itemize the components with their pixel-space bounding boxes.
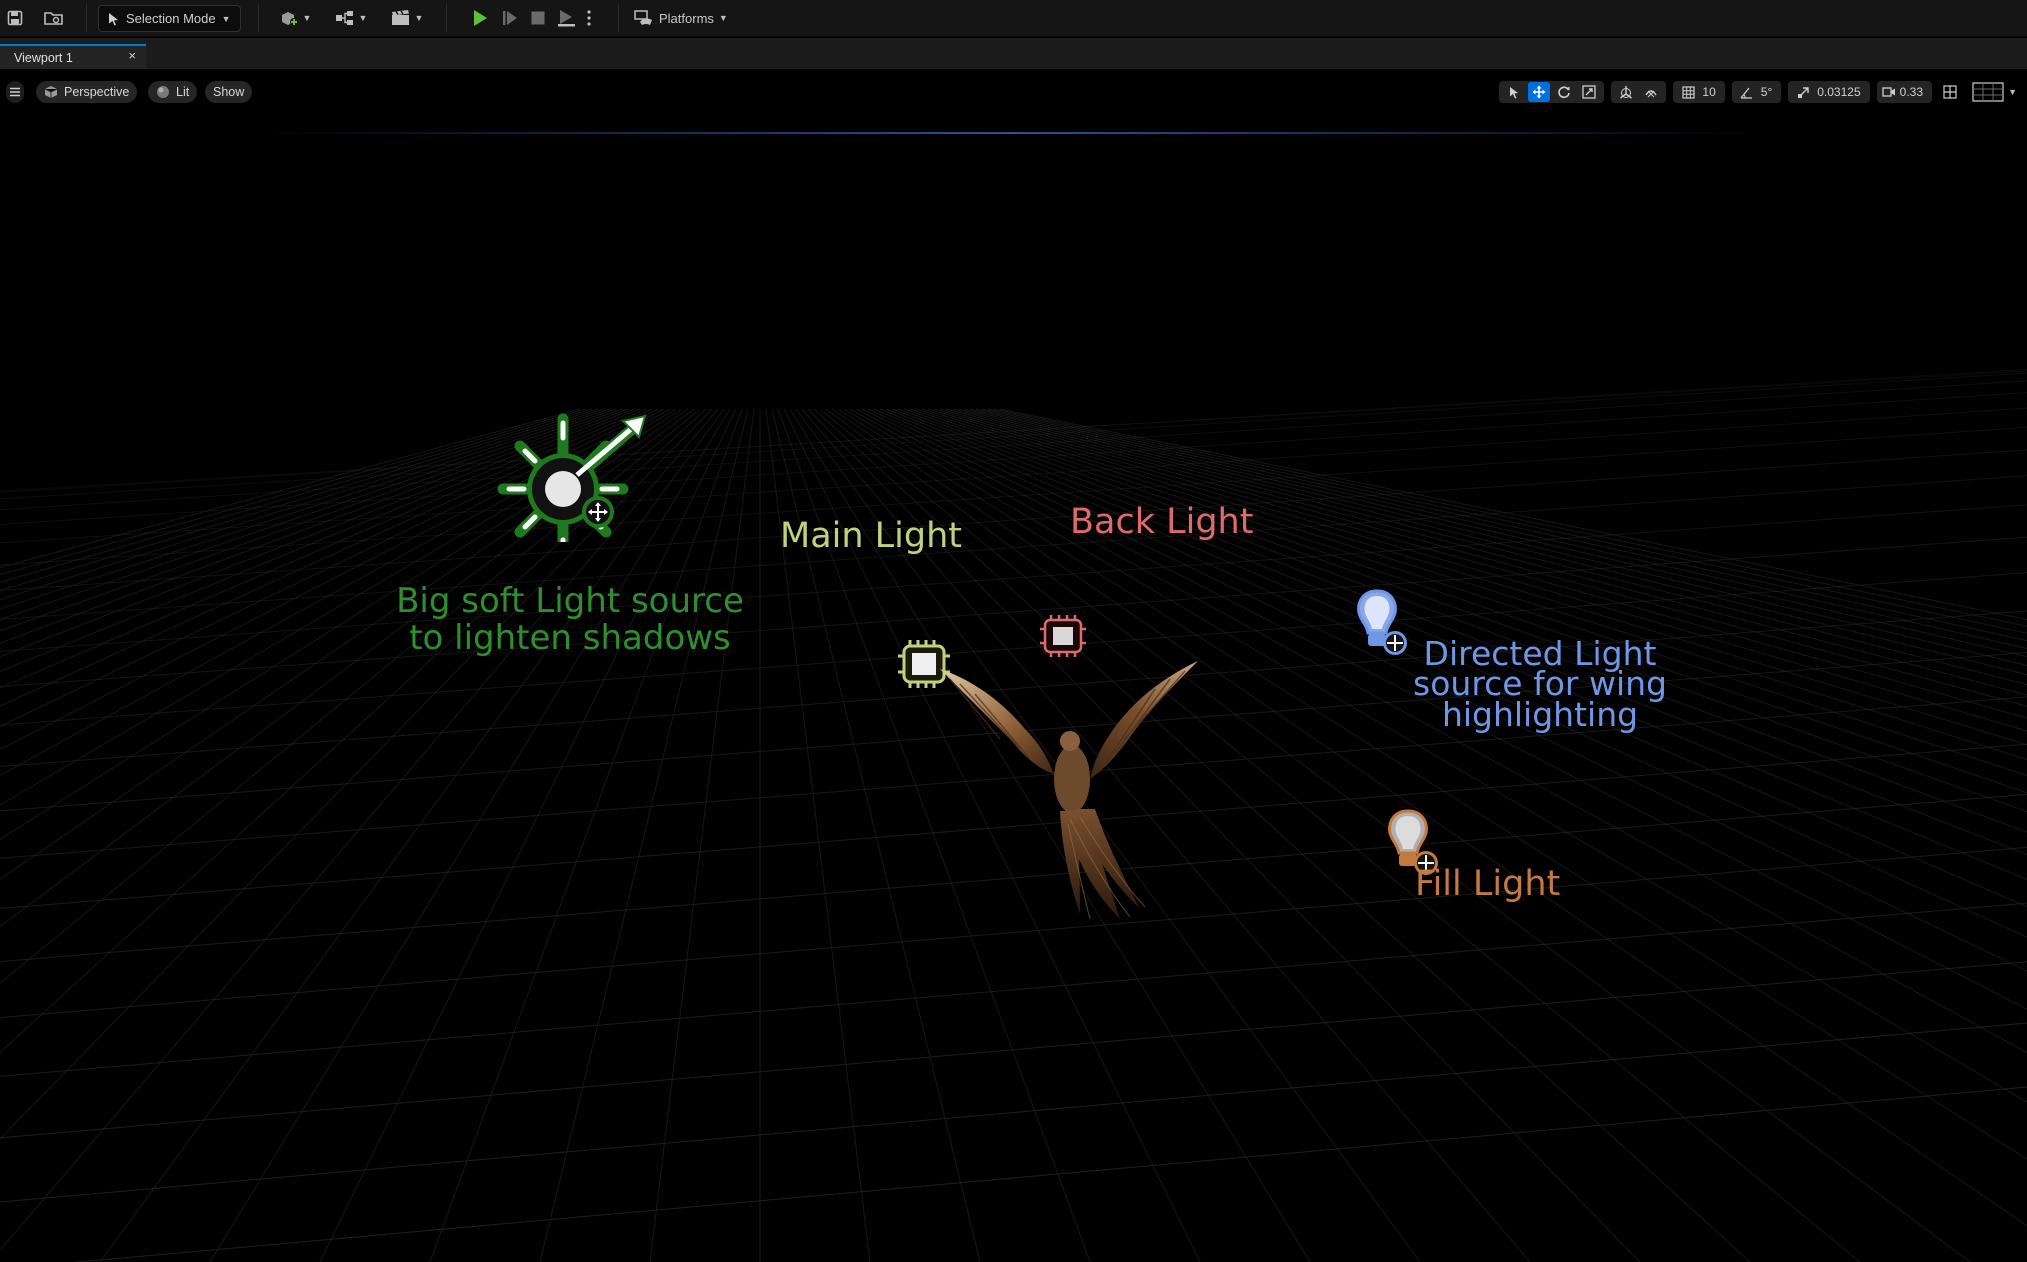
content-browser-icon[interactable] [42, 6, 66, 30]
toolbar-separator [86, 4, 87, 32]
chevron-down-icon: ▼ [2008, 87, 2017, 97]
main-light-annotation: Main Light [780, 516, 963, 556]
directed-light-annotation: Directed Light source for wing highlight… [1385, 637, 1695, 734]
rotation-snap-icon[interactable] [1736, 82, 1758, 102]
fill-light-annotation: Fill Light [1415, 864, 1561, 904]
scale-tool-icon[interactable] [1578, 82, 1600, 102]
soft-light-annotation: Big soft Light source to lighten shadows [380, 583, 760, 656]
camera-speed-icon[interactable] [1881, 82, 1897, 102]
maximize-viewport-icon[interactable] [1939, 82, 1961, 102]
viewport-options-button[interactable] [6, 81, 24, 103]
camera-speed-group[interactable]: 0.33 [1876, 81, 1932, 103]
tab-bar: Viewport 1 × [0, 38, 2027, 69]
chevron-down-icon: ▼ [221, 13, 231, 24]
transform-mode-group [1499, 81, 1605, 103]
scale-snap-group[interactable]: 0.03125 [1788, 81, 1870, 103]
toolbar-separator [258, 4, 259, 32]
more-options-icon[interactable] [584, 6, 594, 30]
transform-toolbar: 10 5° 0.03125 0.33 [1499, 81, 1961, 103]
lit-sphere-icon [157, 86, 169, 98]
step-icon[interactable] [498, 6, 522, 30]
viewport-layout-button[interactable]: ▼ [1972, 82, 2017, 102]
add-actor-icon[interactable]: ▼ [276, 6, 314, 30]
show-flags-button[interactable]: Show [205, 81, 253, 103]
cinematics-icon[interactable]: ▼ [388, 6, 426, 30]
select-tool-icon[interactable] [1503, 82, 1525, 102]
cursor-icon [109, 12, 118, 25]
grid-snap-value: 10 [1702, 85, 1716, 99]
tab-label: Viewport 1 [14, 50, 73, 65]
toolbar-separator [618, 4, 619, 32]
annotation-line: highlighting [1441, 694, 1639, 734]
platforms-dropdown[interactable]: Platforms ▼ [634, 6, 728, 30]
scale-snap-value: 0.03125 [1817, 85, 1861, 99]
rotation-snap-group[interactable]: 5° [1731, 81, 1782, 103]
rotation-snap-value: 5° [1760, 85, 1773, 99]
sky-light-gizmo-icon[interactable] [495, 402, 675, 542]
lighting-mode-button[interactable]: Lit [148, 81, 198, 103]
blueprint-icon[interactable]: ▼ [332, 6, 370, 30]
hamburger-icon [10, 87, 20, 97]
camera-speed-value: 0.33 [1899, 85, 1923, 99]
platforms-icon [634, 10, 652, 25]
surface-snap-icon[interactable] [1640, 82, 1662, 102]
main-toolbar: Selection Mode ▼ ▼ ▼ ▼ Platforms ▼ [0, 0, 2027, 37]
grid-snap-icon[interactable] [1677, 82, 1699, 102]
play-icon[interactable] [468, 6, 492, 30]
platforms-label: Platforms [659, 10, 714, 26]
rotate-tool-icon[interactable] [1553, 82, 1575, 102]
show-label: Show [213, 85, 245, 99]
translate-tool-icon[interactable] [1528, 82, 1551, 102]
toolbar-separator [446, 4, 447, 32]
close-icon[interactable]: × [128, 48, 136, 63]
view-mode-button[interactable]: Perspective [36, 81, 138, 103]
grid-snap-group[interactable]: 10 [1673, 81, 1725, 103]
coordinate-space-group [1611, 81, 1667, 103]
layout-icon [1972, 82, 2004, 102]
annotation-line: to lighten shadows [409, 617, 731, 658]
selection-mode-label: Selection Mode [126, 11, 216, 26]
stop-icon[interactable] [526, 6, 550, 30]
chevron-down-icon: ▼ [302, 13, 312, 23]
lighting-mode-label: Lit [176, 85, 190, 99]
horizon-glow [260, 132, 1760, 134]
save-icon[interactable] [4, 6, 26, 30]
chevron-down-icon: ▼ [414, 13, 424, 23]
winged-creature-mesh[interactable] [930, 589, 1220, 929]
cube-icon [44, 86, 58, 98]
view-mode-label: Perspective [64, 85, 130, 99]
annotation-line: Big soft Light source [396, 581, 744, 621]
chevron-down-icon: ▼ [358, 13, 368, 23]
world-space-icon[interactable] [1615, 82, 1637, 102]
chevron-down-icon: ▼ [718, 13, 728, 23]
scale-snap-icon[interactable] [1792, 82, 1814, 102]
eject-icon[interactable] [554, 6, 578, 30]
back-light-annotation: Back Light [1070, 502, 1254, 542]
selection-mode-dropdown[interactable]: Selection Mode ▼ [98, 5, 241, 32]
tab-viewport-1[interactable]: Viewport 1 × [0, 44, 146, 69]
level-viewport[interactable]: Perspective Lit Show 10 5° 0.03125 0.33 … [0, 69, 2027, 1262]
